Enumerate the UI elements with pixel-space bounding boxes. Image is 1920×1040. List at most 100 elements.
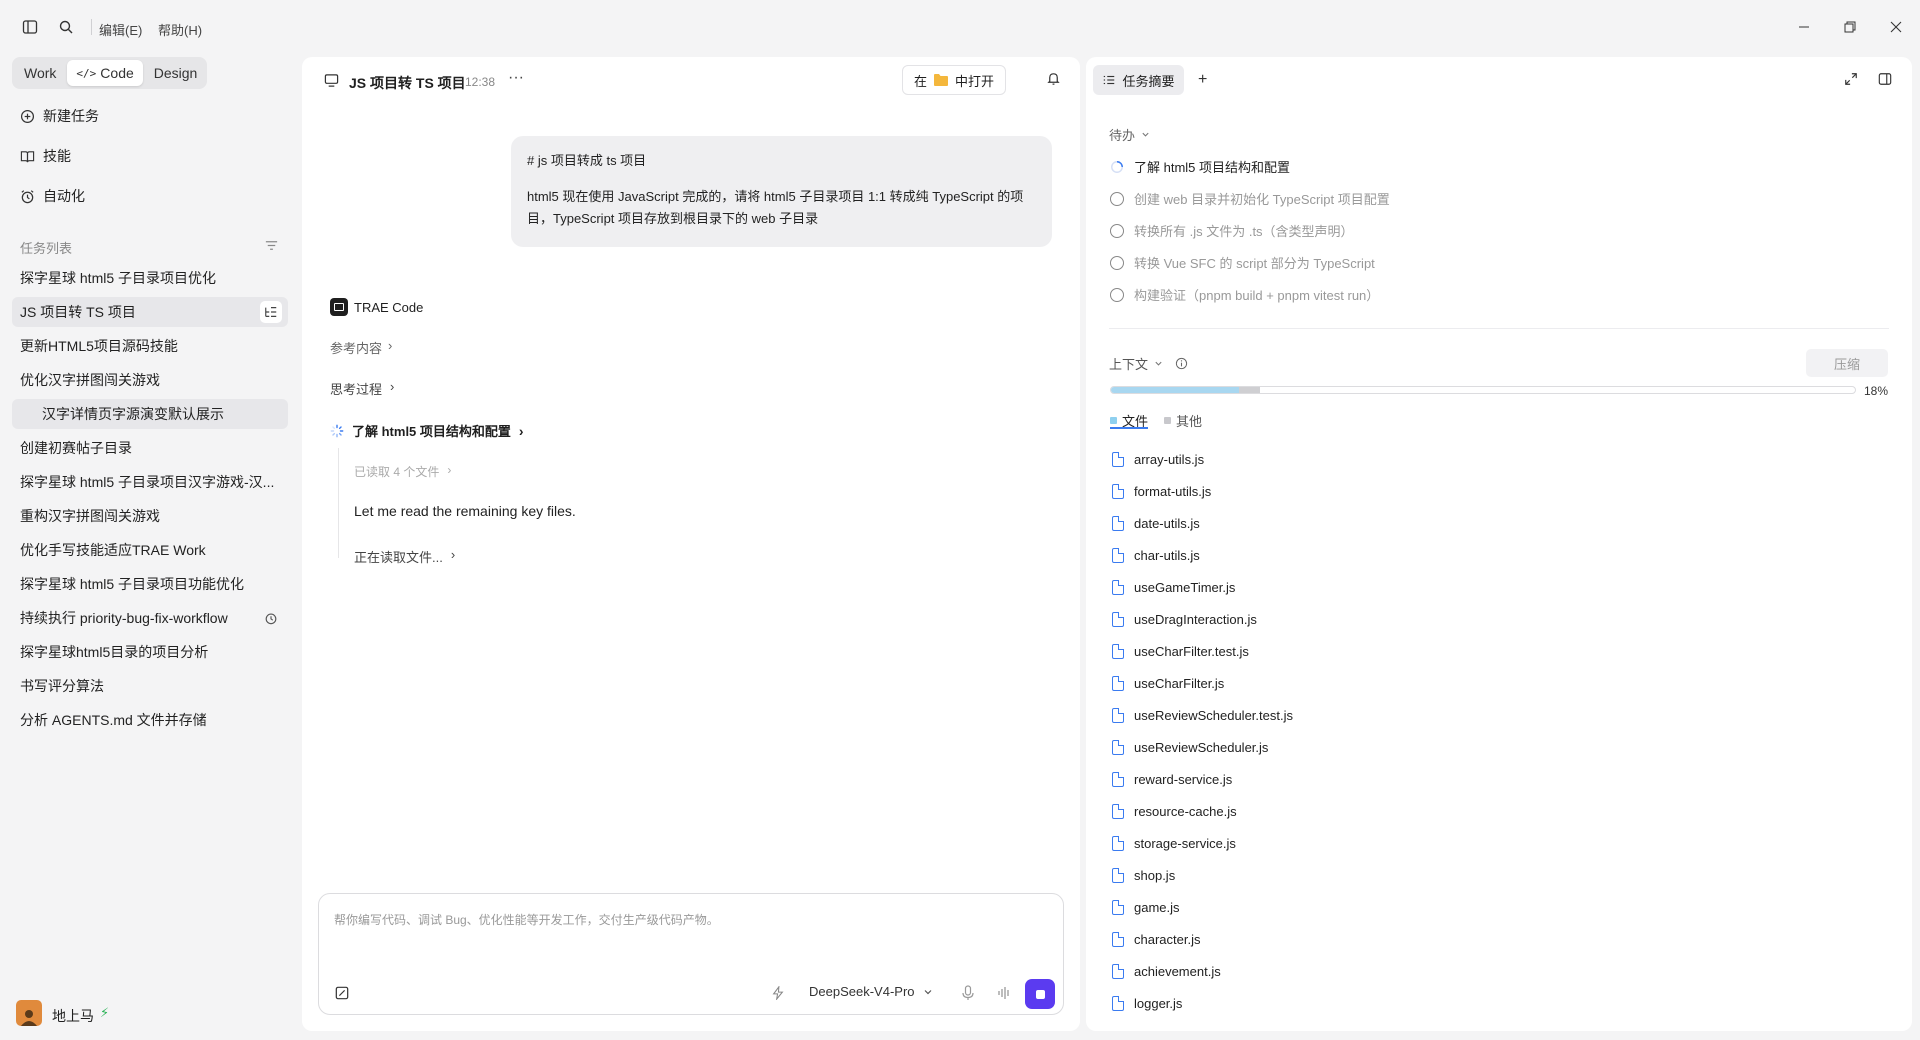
file-item[interactable]: storage-service.js: [1112, 836, 1236, 851]
file-name: logger.js: [1134, 996, 1183, 1011]
model-label: DeepSeek-V4-Pro: [809, 984, 915, 999]
user-name[interactable]: 地上马: [52, 1006, 94, 1026]
file-item[interactable]: useReviewScheduler.js: [1112, 740, 1268, 755]
todo-section-toggle[interactable]: 待办: [1109, 125, 1150, 144]
file-name: storage-service.js: [1134, 836, 1236, 851]
menu-help[interactable]: 帮助(H): [158, 20, 202, 39]
file-item[interactable]: date-utils.js: [1112, 516, 1200, 531]
stop-button[interactable]: [1025, 979, 1055, 1009]
skills-label: 技能: [43, 148, 71, 164]
file-item[interactable]: shop.js: [1112, 868, 1175, 883]
model-selector[interactable]: DeepSeek-V4-Pro: [809, 984, 933, 999]
step-toggle[interactable]: 了解 html5 项目结构和配置 ›: [330, 421, 524, 440]
task-item[interactable]: 持续执行 priority-bug-fix-workflow: [12, 603, 288, 633]
chevron-right-icon: ›: [518, 422, 524, 439]
subtask-item[interactable]: 汉字详情页字源演变默认展示: [12, 399, 288, 429]
task-item[interactable]: 更新HTML5项目源码技能: [12, 331, 288, 361]
task-detail-icon[interactable]: [260, 301, 282, 323]
file-icon: [1112, 516, 1124, 531]
avatar[interactable]: [16, 1000, 42, 1026]
step-title: 了解 html5 项目结构和配置: [352, 424, 511, 439]
file-name: useGameTimer.js: [1134, 580, 1236, 595]
task-item-active[interactable]: JS 项目转 TS 项目: [12, 297, 288, 327]
file-item[interactable]: useDragInteraction.js: [1112, 612, 1257, 627]
task-list-label: 任务列表: [20, 241, 73, 256]
lightning-icon[interactable]: [771, 985, 785, 1003]
skills-link[interactable]: 技能: [20, 144, 71, 168]
files-read-toggle[interactable]: 已读取 4 个文件 ›: [354, 463, 451, 480]
file-item[interactable]: useCharFilter.js: [1112, 676, 1224, 691]
file-item[interactable]: character.js: [1112, 932, 1200, 947]
chat-input[interactable]: 帮你编写代码、调试 Bug、优化性能等开发工作，交付生产级代码产物。: [334, 911, 1034, 928]
tab-other[interactable]: 其他: [1164, 411, 1202, 430]
panel-toggle-icon[interactable]: [1878, 72, 1892, 89]
assistant-name: TRAE Code: [354, 300, 424, 315]
file-item[interactable]: array-utils.js: [1112, 452, 1204, 467]
thinking-toggle[interactable]: 思考过程 ›: [330, 379, 394, 398]
compress-button[interactable]: 压缩: [1806, 349, 1888, 377]
task-item[interactable]: 优化汉字拼图闯关游戏: [12, 365, 288, 395]
close-icon[interactable]: [1874, 7, 1918, 47]
file-name: array-utils.js: [1134, 452, 1205, 467]
reading-toggle[interactable]: 正在读取文件... ›: [354, 547, 455, 566]
chevron-right-icon: ›: [388, 338, 393, 353]
mode-code[interactable]: </> Code: [67, 60, 143, 86]
lightning-icon: ⚡: [100, 1005, 110, 1020]
file-name: resource-cache.js: [1134, 804, 1237, 819]
info-icon[interactable]: [1175, 357, 1188, 370]
todo-text: 创建 web 目录并初始化 TypeScript 项目配置: [1134, 192, 1390, 207]
file-item[interactable]: useGameTimer.js: [1112, 580, 1235, 595]
file-name: useCharFilter.test.js: [1134, 644, 1249, 659]
task-label: 持续执行 priority-bug-fix-workflow: [20, 610, 228, 626]
new-task-button[interactable]: 新建任务: [20, 104, 99, 128]
tab-task-summary-label: 任务摘要: [1122, 73, 1175, 89]
task-label: 探字星球 html5 子目录项目优化: [20, 270, 217, 286]
mode-code-label: Code: [100, 65, 134, 81]
file-item[interactable]: achievement.js: [1112, 964, 1221, 979]
mode-design[interactable]: Design: [145, 60, 207, 86]
file-item[interactable]: logger.js: [1112, 996, 1182, 1011]
open-in-prefix: 在: [913, 73, 927, 89]
todo-text: 转换所有 .js 文件为 .ts（含类型声明）: [1134, 224, 1354, 239]
menu-edit[interactable]: 编辑(E): [99, 20, 142, 39]
task-item[interactable]: 书写评分算法: [12, 671, 288, 701]
file-item[interactable]: useCharFilter.test.js: [1112, 644, 1249, 659]
task-item[interactable]: 探字星球 html5 子目录项目功能优化: [12, 569, 288, 599]
more-options-button[interactable]: ···: [508, 69, 524, 87]
mode-work[interactable]: Work: [15, 60, 65, 86]
task-item[interactable]: 探字星球 html5 子目录项目优化: [12, 263, 288, 293]
waveform-icon[interactable]: [997, 986, 1011, 1003]
chevron-right-icon: ›: [447, 463, 452, 477]
task-item[interactable]: 创建初赛帖子目录: [12, 433, 288, 463]
attach-icon[interactable]: [335, 986, 349, 1003]
file-item[interactable]: reward-service.js: [1112, 772, 1232, 787]
file-item[interactable]: useReviewScheduler.test.js: [1112, 708, 1293, 723]
task-item[interactable]: 重构汉字拼图闯关游戏: [12, 501, 288, 531]
file-item[interactable]: char-utils.js: [1112, 548, 1200, 563]
automation-link[interactable]: 自动化: [20, 184, 85, 208]
file-item[interactable]: resource-cache.js: [1112, 804, 1237, 819]
tab-task-summary[interactable]: 任务摘要: [1093, 65, 1184, 95]
bell-icon[interactable]: [1046, 71, 1061, 89]
assistant-reply: Let me read the remaining key files.: [354, 503, 576, 519]
file-item[interactable]: game.js: [1112, 900, 1180, 915]
task-item[interactable]: 探字星球 html5 子目录项目汉字游戏-汉...: [12, 467, 288, 497]
expand-icon[interactable]: [1844, 72, 1858, 89]
context-section-toggle[interactable]: 上下文: [1109, 354, 1188, 373]
restore-icon[interactable]: [1828, 7, 1872, 47]
sidebar-toggle-icon[interactable]: [16, 13, 44, 41]
task-item[interactable]: 探字星球html5目录的项目分析: [12, 637, 288, 667]
search-icon[interactable]: [52, 13, 80, 41]
task-item[interactable]: 优化手写技能适应TRAE Work: [12, 535, 288, 565]
file-item[interactable]: format-utils.js: [1112, 484, 1211, 499]
file-name: useReviewScheduler.js: [1134, 740, 1269, 755]
task-item[interactable]: 分析 AGENTS.md 文件并存储: [12, 705, 288, 735]
filter-icon[interactable]: [264, 238, 279, 256]
microphone-icon[interactable]: [961, 985, 975, 1004]
task-label: 探字星球 html5 子目录项目汉字游戏-汉...: [20, 474, 275, 490]
add-tab-icon[interactable]: +: [1198, 71, 1207, 89]
file-name: character.js: [1134, 932, 1201, 947]
open-in-folder-button[interactable]: 在 中打开: [902, 65, 1006, 95]
minimize-icon[interactable]: [1782, 7, 1826, 47]
references-toggle[interactable]: 参考内容 ›: [330, 338, 392, 357]
